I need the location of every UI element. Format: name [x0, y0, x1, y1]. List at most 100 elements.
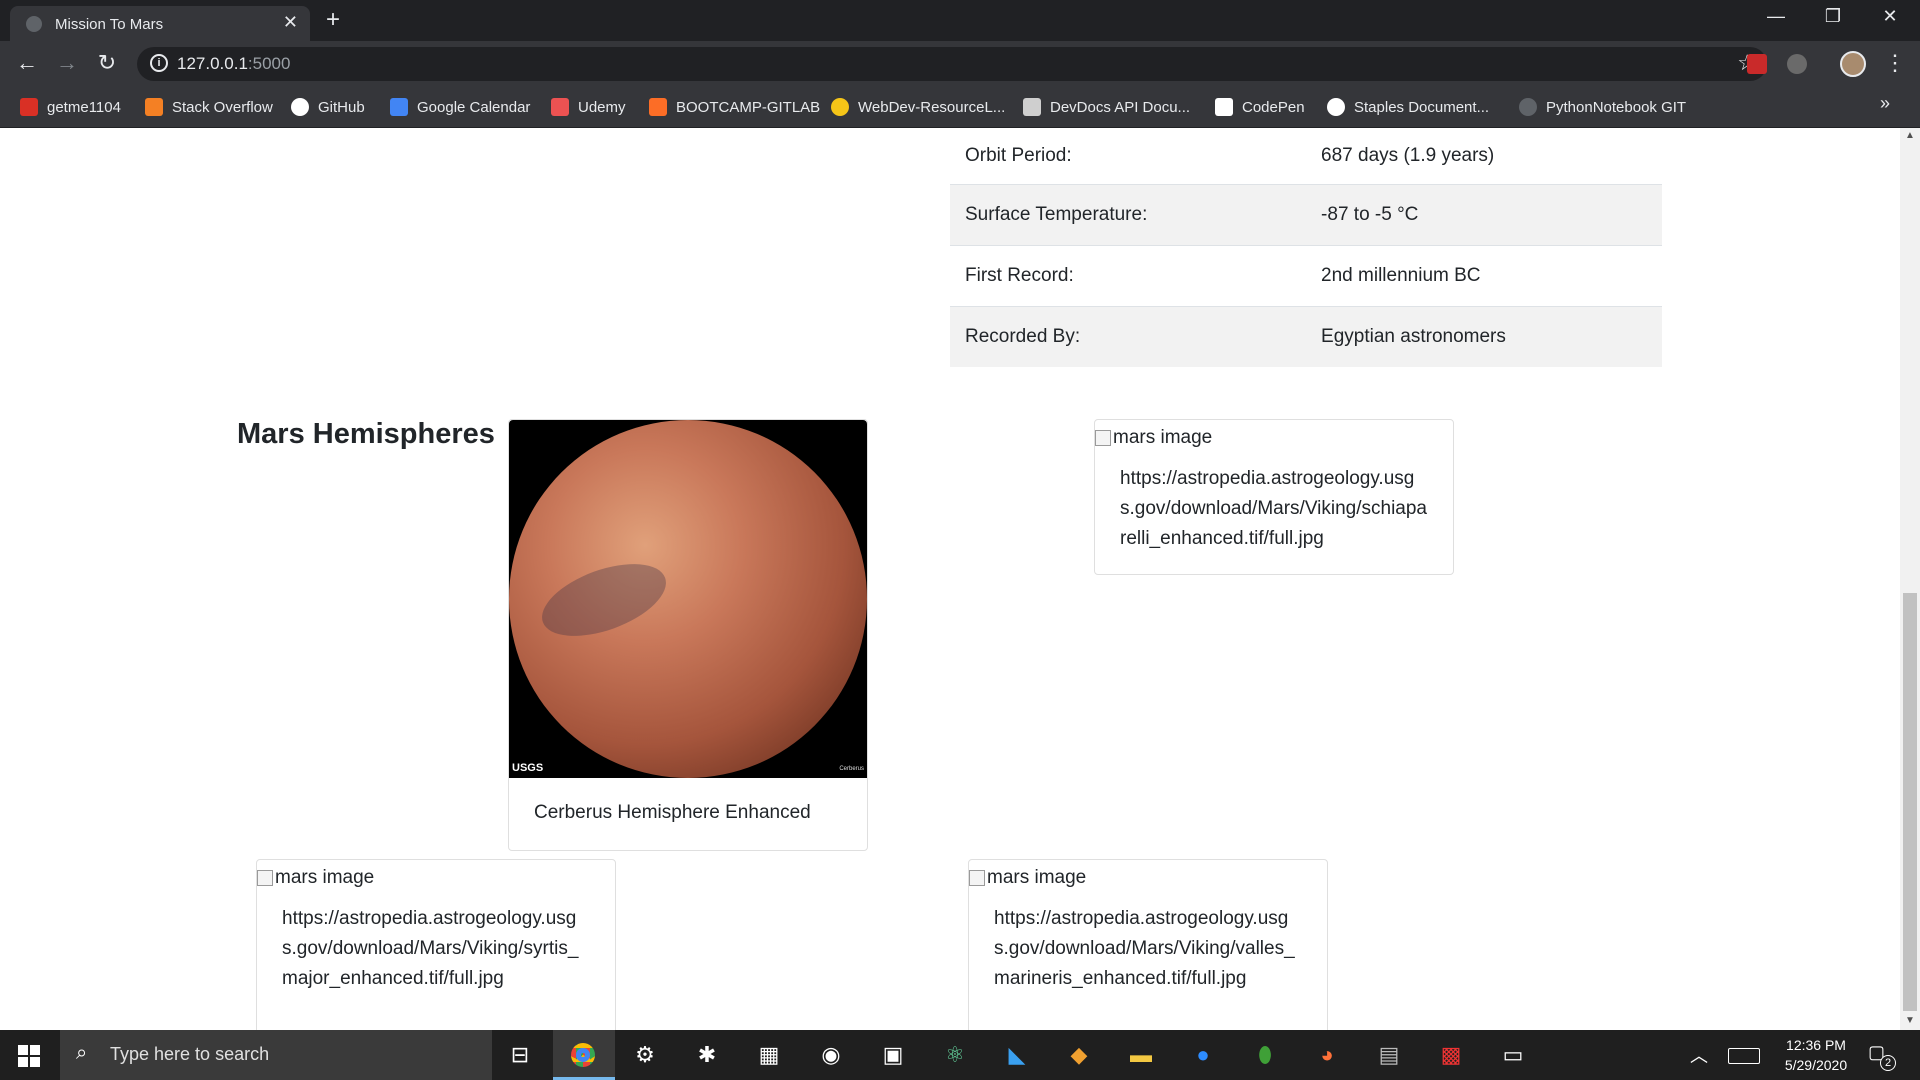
profile-avatar[interactable]	[1840, 51, 1866, 77]
app-icon[interactable]: ▤	[1374, 1040, 1404, 1070]
atom-icon[interactable]: ⚛	[940, 1040, 970, 1070]
page-viewport: Orbit Period: 687 days (1.9 years) Surfa…	[0, 128, 1900, 1030]
address-bar[interactable]: i 127.0.0.1:5000 ☆	[137, 47, 1767, 81]
scroll-down-icon[interactable]: ▼	[1905, 1015, 1915, 1026]
clock-time: 12:36 PM	[1786, 1037, 1846, 1053]
udemy-icon	[551, 98, 569, 116]
tray-expand-icon[interactable]: ︿	[1690, 1042, 1708, 1068]
bookmark-bootcamp-gitlab[interactable]: BOOTCAMP-GITLAB	[649, 96, 820, 118]
table-row: Recorded By: Egyptian astronomers	[950, 305, 1662, 367]
hemisphere-title: Cerberus Hemisphere Enhanced	[534, 802, 811, 823]
mongodb-icon[interactable]: ⬮	[1250, 1040, 1280, 1070]
image-caption: Cerberus	[839, 766, 864, 772]
hemisphere-card-cerberus: USGS Cerberus Cerberus Hemisphere Enhanc…	[508, 419, 868, 851]
chrome-icon[interactable]	[568, 1040, 598, 1070]
broken-image: mars image	[257, 860, 615, 894]
reload-button[interactable]: ↻	[93, 50, 121, 76]
bookmark-udemy[interactable]: Udemy	[551, 96, 626, 118]
scroll-up-icon[interactable]: ▲	[1905, 130, 1915, 141]
tab-favicon-icon	[26, 16, 42, 32]
browser-menu-icon[interactable]: ⋮	[1884, 50, 1906, 76]
mars-facts-table: Orbit Period: 687 days (1.9 years) Surfa…	[950, 128, 1662, 367]
github-desktop-icon[interactable]: ◉	[816, 1040, 846, 1070]
task-view-icon[interactable]: ⊟	[505, 1040, 535, 1070]
minimize-button[interactable]: —	[1756, 6, 1796, 27]
fact-label: Recorded By:	[950, 305, 1296, 367]
fact-label: Surface Temperature:	[950, 183, 1296, 245]
bookmarks-bar: getme1104 Stack Overflow GitHub Google C…	[0, 87, 1920, 128]
broken-image: mars image	[1095, 420, 1453, 454]
browser-toolbar: ← → ↻ i 127.0.0.1:5000 ☆	[0, 41, 1920, 87]
bookmarks-overflow-button[interactable]: »	[1880, 93, 1890, 114]
vscode-icon[interactable]: ◣	[1002, 1040, 1032, 1070]
fact-label: Orbit Period:	[950, 128, 1296, 184]
fact-value: 2nd millennium BC	[1295, 244, 1662, 306]
back-button[interactable]: ←	[13, 50, 41, 76]
notification-badge: 2	[1880, 1055, 1896, 1071]
browser-tab[interactable]: Mission To Mars ✕	[10, 6, 310, 41]
table-row: Orbit Period: 687 days (1.9 years)	[950, 128, 1662, 184]
bookmark-github[interactable]: GitHub	[291, 96, 365, 118]
webdev-icon	[831, 98, 849, 116]
keyboard-icon[interactable]	[1728, 1048, 1760, 1064]
fact-value: -87 to -5 °C	[1295, 183, 1662, 245]
search-icon: ⌕	[76, 1042, 88, 1064]
bookmark-getme1104[interactable]: getme1104	[20, 96, 121, 118]
staples-icon	[1327, 98, 1345, 116]
tab-title: Mission To Mars	[55, 16, 164, 33]
tab-strip: Mission To Mars ✕ + — ❐ ✕	[0, 0, 1920, 41]
windows-taskbar: ⌕ Type here to search ⊟ ⚙ ✱ ▦ ◉ ▣ ⚛ ◣ ◆ …	[0, 1030, 1920, 1080]
table-row: First Record: 2nd millennium BC	[950, 244, 1662, 306]
url-text: 127.0.0.1:5000	[177, 54, 291, 73]
codepen-icon	[1215, 98, 1233, 116]
fact-value: Egyptian astronomers	[1295, 305, 1662, 367]
taskbar-clock[interactable]: 12:36 PM 5/29/2020	[1776, 1035, 1856, 1075]
settings-icon[interactable]: ⚙	[630, 1040, 660, 1070]
hemisphere-card-syrtis-major: mars image https://astropedia.astrogeolo…	[256, 859, 616, 1030]
forward-button[interactable]: →	[53, 50, 81, 76]
store-icon[interactable]: ▦	[754, 1040, 784, 1070]
devdocs-icon	[1023, 98, 1041, 116]
broken-image-icon	[257, 870, 273, 886]
pocket-extension-icon[interactable]	[1747, 54, 1767, 74]
restore-button[interactable]: ❐	[1813, 6, 1853, 27]
github-icon	[1519, 98, 1537, 116]
tab-close-icon[interactable]: ✕	[283, 12, 298, 33]
scrollbar-thumb[interactable]	[1903, 593, 1917, 1011]
github-icon	[291, 98, 309, 116]
site-info-icon[interactable]: i	[150, 54, 168, 72]
bookmark-staples[interactable]: Staples Document...	[1327, 96, 1489, 118]
puzzle-icon[interactable]: ▩	[1436, 1040, 1466, 1070]
broken-image-icon	[1095, 430, 1111, 446]
bookmark-pythonnotebook-git[interactable]: PythonNotebook GIT	[1519, 96, 1686, 118]
clock-date: 5/29/2020	[1784, 1057, 1848, 1073]
fact-value: 687 days (1.9 years)	[1295, 128, 1662, 184]
vertical-scrollbar[interactable]: ▲ ▼	[1900, 128, 1920, 1030]
broken-image-icon	[969, 870, 985, 886]
stackoverflow-icon	[145, 98, 163, 116]
bookmark-google-calendar[interactable]: Google Calendar	[390, 96, 530, 118]
file-explorer-icon[interactable]: ▬	[1126, 1040, 1156, 1070]
bookmark-stack-overflow[interactable]: Stack Overflow	[145, 96, 273, 118]
firefox-icon[interactable]: ◕	[1312, 1040, 1342, 1070]
fact-label: First Record:	[950, 244, 1296, 306]
terminal-icon[interactable]: ▭	[1498, 1040, 1528, 1070]
slack-icon[interactable]: ✱	[692, 1040, 722, 1070]
zoom-icon[interactable]: ●	[1188, 1040, 1218, 1070]
usgs-logo: USGS	[512, 762, 544, 774]
mars-hemisphere-image: USGS Cerberus	[509, 420, 867, 778]
bookmark-devdocs[interactable]: DevDocs API Docu...	[1023, 96, 1190, 118]
bookmark-webdev-resource[interactable]: WebDev-ResourceL...	[831, 96, 1005, 118]
start-button[interactable]	[18, 1045, 40, 1067]
git-icon[interactable]: ◆	[1064, 1040, 1094, 1070]
hemispheres-heading: Mars Hemispheres	[237, 418, 495, 450]
new-tab-button[interactable]: +	[326, 6, 340, 34]
photos-icon[interactable]: ▣	[878, 1040, 908, 1070]
extension-icon[interactable]	[1787, 54, 1807, 74]
broken-image: mars image	[969, 860, 1327, 894]
calendar-icon	[390, 98, 408, 116]
bookmark-codepen[interactable]: CodePen	[1215, 96, 1305, 118]
taskbar-search[interactable]: ⌕ Type here to search	[60, 1030, 492, 1080]
close-window-button[interactable]: ✕	[1870, 6, 1910, 27]
table-row: Surface Temperature: -87 to -5 °C	[950, 183, 1662, 245]
